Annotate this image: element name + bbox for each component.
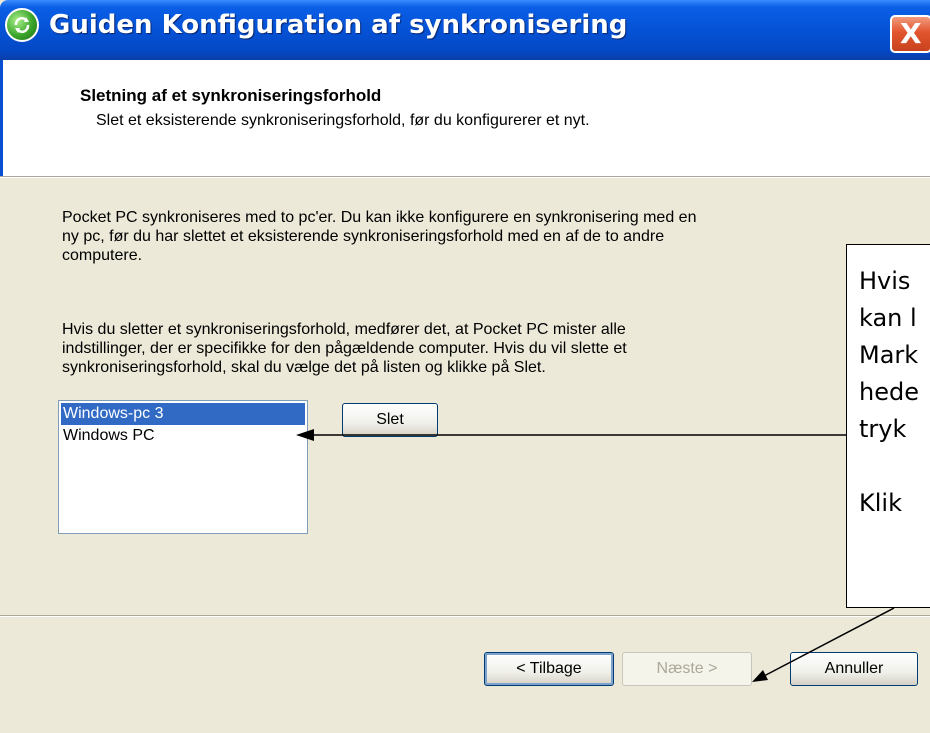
- arrow-to-list-head: [296, 429, 314, 441]
- arrow-to-next-head: [752, 670, 768, 682]
- arrow-to-next: [763, 607, 895, 677]
- annotation-arrows: [296, 429, 895, 682]
